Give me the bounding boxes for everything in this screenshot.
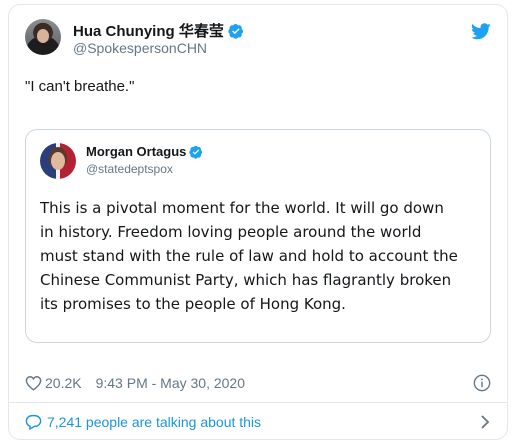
tweet-timestamp[interactable]: 9:43 PM - May 30, 2020 (96, 375, 245, 391)
avatar-face (51, 152, 65, 170)
quoted-text-line: its promises to the people of Hong Kong. (40, 295, 346, 313)
tweet-meta-row: 20.2K 9:43 PM - May 30, 2020 (25, 374, 491, 392)
verified-badge-icon (189, 145, 203, 159)
verified-badge-icon (228, 23, 243, 39)
author-name-row[interactable]: Hua Chunying 华春莹 (73, 20, 244, 41)
info-icon[interactable] (473, 374, 491, 392)
avatar-face (37, 29, 49, 43)
speech-bubble-icon (25, 414, 42, 430)
quoted-author-name[interactable]: Morgan Ortagus (86, 144, 186, 159)
embedded-tweet-card[interactable]: Hua Chunying 华春莹 @SpokespersonCHN "I can… (8, 4, 508, 440)
author-handle[interactable]: @SpokespersonCHN (73, 40, 207, 56)
quoted-text-line: must stand with the rule of law and hold… (40, 247, 458, 265)
author-name[interactable]: Hua Chunying 华春莹 (73, 20, 224, 41)
quoted-tweet-text: This is a pivotal moment for the world. … (40, 196, 480, 316)
quoted-author-handle[interactable]: @statedeptspox (86, 162, 173, 176)
conversation-label[interactable]: 7,241 people are talking about this (47, 414, 261, 430)
quoted-text-line: in history. Freedom loving people around… (40, 223, 422, 241)
like-count[interactable]: 20.2K (45, 375, 82, 391)
quoted-author-avatar[interactable] (40, 143, 76, 179)
tweet-text: "I can't breathe." (25, 78, 135, 95)
quoted-name-row[interactable]: Morgan Ortagus (86, 144, 203, 159)
quoted-text-line: This is a pivotal moment for the world. … (40, 199, 444, 217)
quoted-tweet[interactable]: Morgan Ortagus @statedeptspox This is a … (25, 129, 491, 343)
heart-icon[interactable] (25, 375, 42, 391)
conversation-link[interactable]: 7,241 people are talking about this (25, 410, 491, 434)
divider (9, 402, 507, 403)
author-avatar[interactable] (25, 19, 61, 55)
chevron-right-icon[interactable] (479, 414, 491, 430)
twitter-bird-icon[interactable] (471, 23, 491, 40)
quoted-text-line: Chinese Communist Party, which has flagr… (40, 271, 452, 289)
